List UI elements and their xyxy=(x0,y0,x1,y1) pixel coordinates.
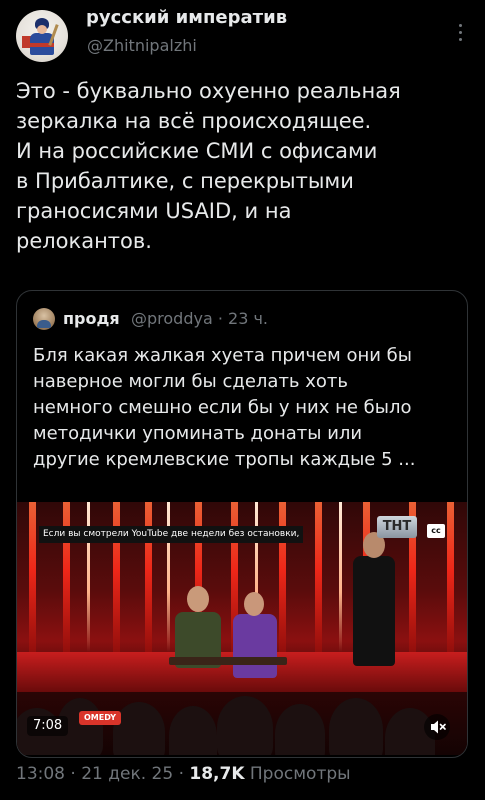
quoted-author-meta: @proddya · 23 ч. xyxy=(131,309,268,328)
comedy-club-badge: OMEDY xyxy=(79,711,122,725)
video-player[interactable]: Если вы смотрели YouTube две недели без … xyxy=(17,502,467,755)
stage-light xyxy=(167,502,170,652)
stage-light xyxy=(29,502,36,672)
stage-table xyxy=(169,657,287,665)
views-label: Просмотры xyxy=(244,764,351,784)
stage-light xyxy=(447,502,454,672)
audience-head xyxy=(217,696,273,755)
stage-light xyxy=(315,502,322,672)
author-avatar[interactable] xyxy=(16,10,68,62)
quoted-tweet-text: Бля какая жалкая хуета причем они бы нав… xyxy=(33,345,416,470)
stage-light xyxy=(339,502,342,652)
guest-head xyxy=(187,586,209,612)
quoted-author-name[interactable]: продя xyxy=(63,309,120,328)
channel-logo: ТНТ xyxy=(377,516,417,538)
speaker-muted-icon[interactable] xyxy=(424,714,450,740)
quoted-author-avatar[interactable] xyxy=(33,308,55,330)
audience-head xyxy=(113,702,165,755)
author-handle[interactable]: @Zhitnipalzhi xyxy=(87,36,197,55)
cc-badge: cc xyxy=(427,524,445,538)
stage-light xyxy=(87,502,90,652)
video-caption: Если вы смотрели YouTube две недели без … xyxy=(39,526,304,543)
quoted-tweet-card[interactable]: продя @proddya · 23 ч. Бля какая жалкая … xyxy=(16,290,468,758)
guest-head xyxy=(244,592,264,616)
author-display-name[interactable]: русский императив xyxy=(86,7,287,28)
tweet-text: Это - буквально охуенно реальная зеркалк… xyxy=(16,79,401,253)
tweet: русский императив @Zhitnipalzhi Это - бу… xyxy=(0,0,485,800)
audience-head xyxy=(329,698,383,755)
views-count: 18,7K xyxy=(189,764,245,784)
more-options-icon[interactable] xyxy=(457,24,463,44)
video-duration: 7:08 xyxy=(27,716,69,736)
avatar-figure-face xyxy=(37,25,47,34)
audience-head xyxy=(275,704,325,755)
guest-figure xyxy=(233,614,277,678)
tweet-footer: 13:08 · 21 дек. 25 · 18,7K Просмотры xyxy=(16,764,351,784)
tweet-timestamp[interactable]: 13:08 · 21 дек. 25 · xyxy=(16,764,189,784)
host-figure xyxy=(353,556,395,666)
